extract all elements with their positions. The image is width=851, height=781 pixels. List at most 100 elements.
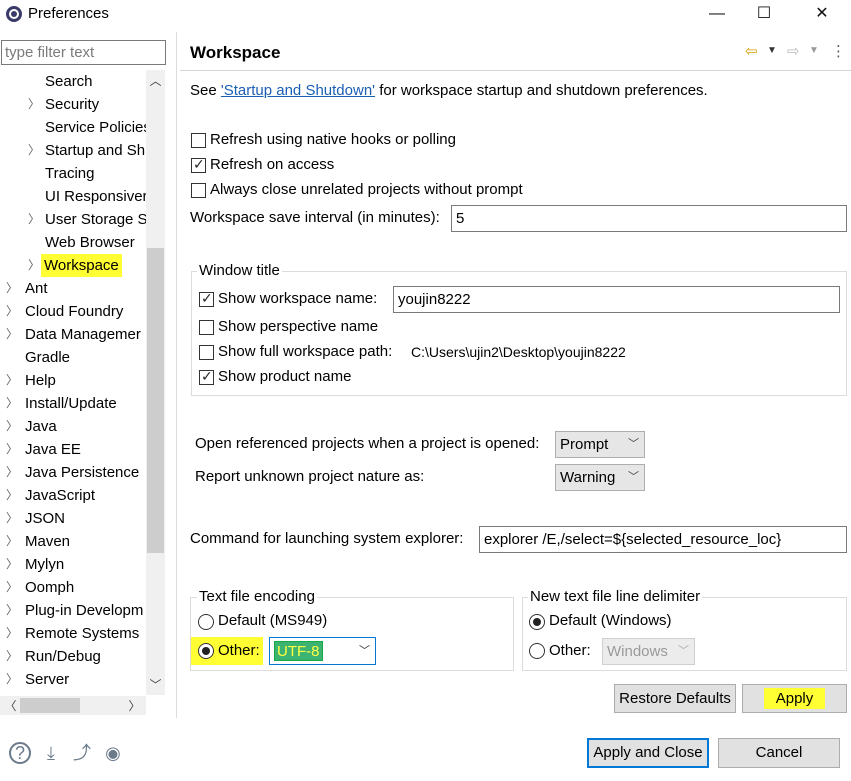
chevron-right-icon[interactable]: 〉: [6, 438, 18, 461]
panel-splitter[interactable]: [176, 32, 177, 718]
apply-button[interactable]: Apply: [742, 684, 847, 713]
tree-item-label: Web Browser: [45, 234, 135, 251]
command-input[interactable]: explorer /E,/select=${selected_resource_…: [479, 526, 847, 553]
delimiter-default-radio[interactable]: [529, 614, 545, 630]
tree-item-cloud-foundry[interactable]: 〉 Cloud Foundry: [0, 300, 146, 323]
chevron-right-icon[interactable]: 〉: [28, 254, 40, 277]
always-close-checkbox[interactable]: [191, 183, 206, 198]
show-full-path-checkbox[interactable]: [199, 345, 214, 360]
encoding-other-select[interactable]: UTF-8 ﹀: [269, 637, 376, 665]
tree-item-javascript[interactable]: 〉 JavaScript: [0, 484, 146, 507]
chevron-right-icon[interactable]: 〉: [6, 461, 18, 484]
tree-item-ui-responsiveness[interactable]: UI Responsiver: [0, 185, 146, 208]
chevron-right-icon[interactable]: 〉: [6, 369, 18, 392]
show-perspective-checkbox[interactable]: [199, 320, 214, 335]
chevron-right-icon[interactable]: 〉: [6, 553, 18, 576]
tree-item-server[interactable]: 〉 Server: [0, 668, 146, 691]
tree-item-remote-systems[interactable]: 〉 Remote Systems: [0, 622, 146, 645]
chevron-right-icon[interactable]: 〉: [6, 645, 18, 668]
tree-item-service-policies[interactable]: Service Policies: [0, 116, 146, 139]
chevron-right-icon[interactable]: 〉: [6, 599, 18, 622]
chevron-right-icon[interactable]: 〉: [6, 484, 18, 507]
tree-item-label: JSON: [25, 510, 66, 527]
filter-field[interactable]: [1, 40, 166, 65]
tree-item-java-persistence[interactable]: 〉 Java Persistence: [0, 461, 146, 484]
tree-item-security[interactable]: 〉 Security: [0, 93, 146, 116]
tree-item-search[interactable]: Search: [0, 70, 146, 93]
record-icon[interactable]: ◉: [102, 742, 124, 764]
restore-defaults-button[interactable]: Restore Defaults: [614, 684, 736, 713]
encoding-other-label: Other:: [218, 642, 260, 659]
close-button[interactable]: ✕: [799, 0, 845, 30]
scroll-up-arrow-icon[interactable]: ︿: [147, 72, 164, 89]
tree-item-install-update[interactable]: 〉 Install/Update: [0, 392, 146, 415]
forward-menu-chevron-icon[interactable]: ▼: [809, 45, 819, 56]
cancel-button[interactable]: Cancel: [718, 738, 840, 768]
tree-item-startup[interactable]: 〉 Startup and Sh: [0, 139, 146, 162]
tree-item-workspace[interactable]: 〉 Workspace: [0, 254, 146, 277]
tree-item-plugin-development[interactable]: 〉 Plug-in Developm: [0, 599, 146, 622]
tree-item-run-debug[interactable]: 〉 Run/Debug: [0, 645, 146, 668]
tree-item-ant[interactable]: 〉 Ant: [0, 277, 146, 300]
apply-and-close-button[interactable]: Apply and Close: [587, 738, 709, 768]
chevron-right-icon[interactable]: 〉: [6, 415, 18, 438]
import-icon[interactable]: ⤓: [40, 742, 62, 764]
window-title: Preferences: [28, 5, 109, 22]
tree-item-tracing[interactable]: Tracing: [0, 162, 146, 185]
refresh-access-checkbox[interactable]: [191, 156, 206, 173]
chevron-right-icon[interactable]: 〉: [6, 300, 18, 323]
maximize-button[interactable]: ☐: [741, 0, 787, 30]
tree-item-gradle[interactable]: Gradle: [0, 346, 146, 369]
show-workspace-name-label: Show workspace name:: [218, 290, 378, 307]
open-referenced-label: Open referenced projects when a project …: [195, 435, 540, 452]
tree-item-oomph[interactable]: 〉 Oomph: [0, 576, 146, 599]
chevron-right-icon[interactable]: 〉: [6, 507, 18, 530]
scroll-left-arrow-icon[interactable]: 〈: [2, 697, 19, 714]
report-nature-select[interactable]: Warning ﹀: [555, 464, 645, 491]
tree-item-maven[interactable]: 〉 Maven: [0, 530, 146, 553]
workspace-name-input[interactable]: youjin8222: [393, 286, 840, 313]
chevron-right-icon[interactable]: 〉: [6, 392, 18, 415]
save-interval-input[interactable]: 5: [451, 205, 847, 232]
tree-item-data-management[interactable]: 〉 Data Managemer: [0, 323, 146, 346]
chevron-right-icon[interactable]: 〉: [6, 323, 18, 346]
tree-item-java[interactable]: 〉 Java: [0, 415, 146, 438]
chevron-right-icon[interactable]: 〉: [6, 277, 18, 300]
view-menu-icon[interactable]: ⋮: [831, 42, 846, 60]
export-icon[interactable]: ⤴: [71, 742, 93, 764]
show-workspace-name-checkbox[interactable]: [199, 290, 214, 307]
forward-arrow-icon[interactable]: ⇨: [787, 42, 800, 60]
minimize-button[interactable]: —: [694, 0, 740, 30]
vertical-scroll-thumb[interactable]: [147, 248, 164, 553]
tree-item-help[interactable]: 〉 Help: [0, 369, 146, 392]
chevron-right-icon[interactable]: 〉: [6, 622, 18, 645]
horizontal-scroll-thumb[interactable]: [20, 698, 80, 713]
delimiter-other-radio[interactable]: [529, 643, 545, 659]
filter-input[interactable]: [2, 41, 165, 64]
startup-shutdown-link[interactable]: 'Startup and Shutdown': [221, 82, 375, 99]
chevron-right-icon[interactable]: 〉: [28, 139, 40, 162]
encoding-other-radio[interactable]: [198, 643, 214, 659]
show-product-name-checkbox[interactable]: [199, 368, 214, 385]
encoding-other-value: UTF-8: [274, 641, 323, 661]
scroll-right-arrow-icon[interactable]: 〉: [126, 697, 143, 714]
refresh-native-checkbox[interactable]: [191, 133, 206, 148]
chevron-right-icon[interactable]: 〉: [6, 530, 18, 553]
open-referenced-select[interactable]: Prompt ﹀: [555, 431, 645, 458]
tree-item-label: Search: [45, 73, 93, 90]
tree-item-user-storage[interactable]: 〉 User Storage S: [0, 208, 146, 231]
scroll-down-arrow-icon[interactable]: ﹀: [147, 676, 164, 693]
chevron-right-icon[interactable]: 〉: [6, 576, 18, 599]
tree-item-java-ee[interactable]: 〉 Java EE: [0, 438, 146, 461]
chevron-right-icon[interactable]: 〉: [6, 668, 18, 691]
tree-item-mylyn[interactable]: 〉 Mylyn: [0, 553, 146, 576]
preferences-tree: Search 〉 Security Service Policies 〉 Sta…: [0, 70, 146, 695]
back-arrow-icon[interactable]: ⇦: [745, 42, 758, 60]
encoding-default-radio[interactable]: [198, 614, 214, 630]
chevron-right-icon[interactable]: 〉: [28, 93, 40, 116]
back-menu-chevron-icon[interactable]: ▼: [767, 45, 777, 56]
tree-item-web-browser[interactable]: Web Browser: [0, 231, 146, 254]
tree-item-json[interactable]: 〉 JSON: [0, 507, 146, 530]
chevron-right-icon[interactable]: 〉: [28, 208, 40, 231]
tree-item-label: Security: [45, 96, 100, 113]
